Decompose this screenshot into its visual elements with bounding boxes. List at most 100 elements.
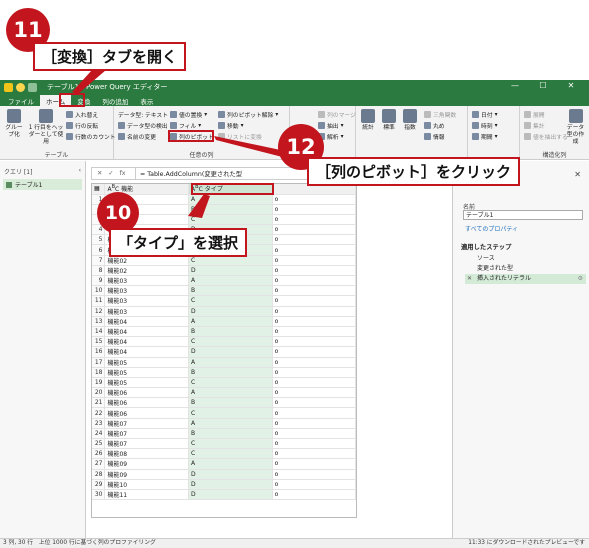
cell-feature[interactable]: 機能06 (104, 387, 190, 399)
cell-feature[interactable]: 機能08 (104, 448, 190, 460)
table-row[interactable]: 18 機能05 Bo (92, 367, 357, 378)
cell-literal[interactable]: o (272, 458, 357, 470)
table-row[interactable]: 14 機能04 Bo (92, 326, 357, 338)
datatype-button[interactable]: データ型: テキスト ▾ (118, 110, 173, 120)
cell-literal[interactable]: o (272, 448, 357, 460)
count-rows-button[interactable]: 行数のカウント (66, 132, 116, 141)
cell-type[interactable]: B (188, 428, 273, 440)
cell-feature[interactable]: 機能04 (104, 336, 190, 348)
table-row[interactable]: 22 機能06 Co (92, 407, 357, 419)
smile-icon[interactable] (16, 82, 25, 92)
table-row[interactable]: 10 機能03 Bo (92, 285, 357, 297)
cell-literal[interactable]: o (272, 204, 357, 215)
cell-feature[interactable]: 機能11 (104, 489, 190, 501)
table-row[interactable]: 27 機能09 Ao (92, 458, 357, 470)
cell-type[interactable]: C (188, 336, 273, 348)
cell-feature[interactable]: 機能03 (104, 285, 190, 297)
cell-literal[interactable]: o (272, 326, 357, 338)
all-properties-link[interactable]: すべてのプロパティ (465, 224, 518, 233)
cell-type[interactable]: D (188, 489, 273, 501)
cell-type[interactable]: C (188, 407, 273, 419)
cell-feature[interactable]: 機能07 (104, 428, 190, 440)
cell-literal[interactable]: o (272, 438, 357, 450)
cell-type[interactable]: C (188, 438, 273, 450)
cell-type[interactable]: A (188, 387, 273, 399)
cell-feature[interactable]: 機能05 (104, 357, 190, 368)
cell-literal[interactable]: o (272, 377, 357, 389)
formula-text[interactable]: = Table.AddColumn(変更された型 (136, 169, 242, 178)
table-row[interactable]: 11 機能03 Co (92, 295, 357, 307)
cell-feature[interactable]: 機能03 (104, 275, 190, 287)
cell-type[interactable]: C (188, 214, 273, 226)
tab-file[interactable]: ファイル (2, 95, 40, 106)
table-row[interactable]: 9 機能03 Ao (92, 275, 357, 287)
cell-type[interactable]: C (188, 295, 273, 307)
table-row[interactable]: 12 機能03 Do (92, 306, 357, 317)
cell-literal[interactable]: o (272, 244, 357, 256)
info-button[interactable]: 情報 (424, 132, 445, 141)
query-name-field[interactable]: テーブル1 (463, 210, 583, 220)
cell-type[interactable]: C (188, 377, 273, 389)
cell-literal[interactable]: o (272, 336, 357, 348)
cell-literal[interactable]: o (272, 469, 357, 480)
cell-type[interactable]: A (188, 357, 273, 368)
cell-literal[interactable]: o (272, 214, 357, 226)
table-row[interactable]: 26 機能08 Co (92, 448, 357, 460)
cell-type[interactable]: A (188, 418, 273, 429)
cell-type[interactable]: B (188, 326, 273, 338)
duration-button[interactable]: 期間 ▾ (472, 132, 498, 141)
cell-type[interactable]: B (188, 367, 273, 378)
time-button[interactable]: 時刻 ▾ (472, 121, 498, 130)
cell-type[interactable]: A (188, 458, 273, 470)
cell-feature[interactable]: 機能05 (104, 377, 190, 389)
table-row[interactable]: 25 機能07 Co (92, 438, 357, 450)
detect-type-button[interactable]: データ型の検出 (118, 121, 168, 130)
dropdown-icon[interactable] (28, 82, 37, 92)
minimize-button[interactable]: — (501, 81, 529, 90)
trig-button[interactable]: 三角関数 (424, 110, 456, 119)
cell-literal[interactable]: o (272, 367, 357, 378)
cell-type[interactable]: A (188, 194, 273, 205)
collapse-icon[interactable]: ‹ (79, 167, 81, 176)
cell-feature[interactable]: 機能09 (104, 458, 190, 470)
reverse-rows-button[interactable]: 行の反転 (66, 121, 98, 130)
cell-literal[interactable]: o (272, 285, 357, 297)
use-first-row-button[interactable]: 1 行目をヘッダーとして使用 (27, 109, 65, 146)
cell-literal[interactable]: o (272, 387, 357, 399)
cell-type[interactable]: B (188, 397, 273, 409)
table-row[interactable]: 20 機能06 Ao (92, 387, 357, 399)
cell-type[interactable]: B (188, 204, 273, 215)
fx-icon[interactable]: fx (120, 170, 126, 177)
fill-button[interactable]: フィル ▾ (170, 121, 201, 130)
group-by-button[interactable]: グループ化 (3, 109, 25, 139)
cell-type[interactable]: D (188, 265, 273, 277)
merge-columns-button[interactable]: 列のマージ (318, 110, 356, 119)
close-icon[interactable]: ✕ (574, 170, 581, 179)
cell-feature[interactable]: 機能07 (104, 438, 190, 450)
cell-type[interactable]: B (188, 285, 273, 297)
tab-add-column[interactable]: 列の追加 (96, 95, 134, 106)
cell-feature[interactable]: 機能03 (104, 306, 190, 317)
cell-literal[interactable]: o (272, 295, 357, 307)
to-list-button[interactable]: リストに変換 (218, 132, 262, 141)
aggregate-button[interactable]: 集計 (524, 121, 545, 130)
cell-type[interactable]: D (188, 479, 273, 490)
cell-literal[interactable]: o (272, 255, 357, 266)
cell-literal[interactable]: o (272, 194, 357, 205)
cell-literal[interactable]: o (272, 407, 357, 419)
cell-literal[interactable]: o (272, 316, 357, 327)
query-item[interactable]: テーブル1 (3, 179, 82, 190)
unpivot-button[interactable]: 列のピボット解除 ▾ (218, 110, 278, 119)
step-source[interactable]: ソース (465, 254, 586, 264)
cell-feature[interactable]: 機能06 (104, 407, 190, 419)
expand-button[interactable]: 展開 (524, 110, 545, 119)
step-inserted-literal[interactable]: ✕ 挿入されたリテラル ⚙ (465, 274, 586, 284)
cell-literal[interactable]: o (272, 265, 357, 277)
cell-feature[interactable]: 機能04 (104, 326, 190, 338)
rename-button[interactable]: 名前の変更 (118, 132, 156, 141)
date-button[interactable]: 日付 ▾ (472, 110, 498, 119)
transpose-button[interactable]: 入れ替え (66, 110, 98, 119)
tab-view[interactable]: 表示 (134, 95, 159, 106)
cell-feature[interactable]: 機能02 (104, 265, 190, 277)
table-row[interactable]: 29 機能10 Do (92, 479, 357, 490)
